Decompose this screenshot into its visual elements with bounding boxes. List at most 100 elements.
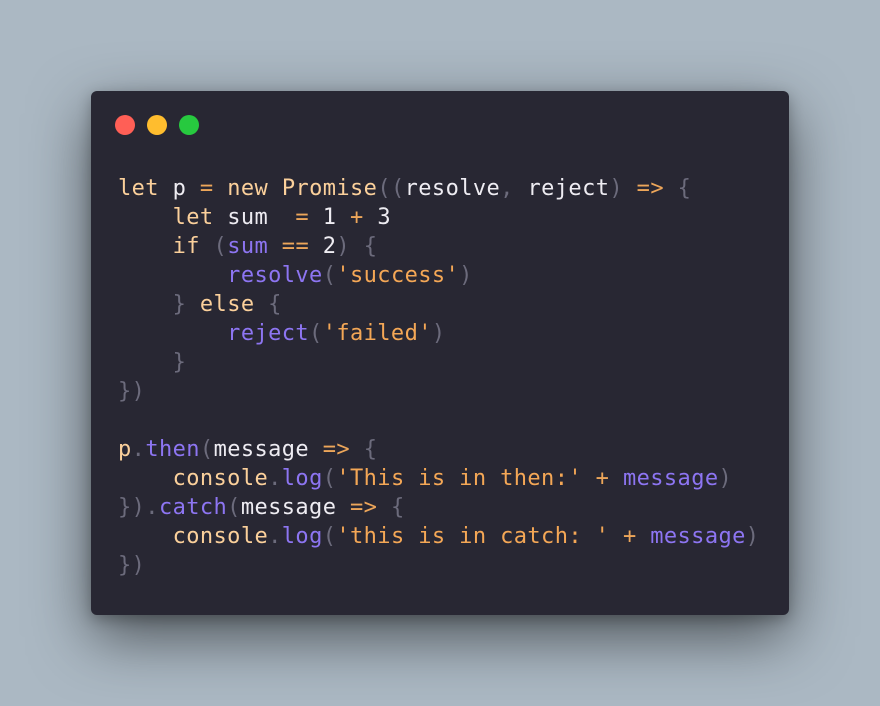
- code-token: =>: [636, 176, 664, 201]
- code-window: let p = new Promise((resolve, reject) =>…: [91, 91, 789, 615]
- code-token: }): [118, 553, 146, 578]
- code-token: +: [350, 205, 364, 230]
- code-token: then: [145, 437, 200, 462]
- code-token: message: [650, 524, 746, 549]
- code-line: }): [118, 551, 759, 580]
- code-token: (: [227, 495, 241, 520]
- window-controls: [115, 115, 199, 135]
- code-token: message: [213, 437, 310, 462]
- code-token: p: [172, 176, 187, 201]
- code-token: log: [281, 524, 323, 549]
- code-token: {: [363, 437, 378, 462]
- code-token: .: [131, 437, 146, 462]
- code-token: let: [118, 176, 159, 201]
- code-token: 'This is in then:': [336, 466, 582, 491]
- code-token: =: [295, 205, 310, 230]
- code-token: {: [268, 292, 282, 317]
- code-line: let p = new Promise((resolve, reject) =>…: [118, 174, 759, 203]
- code-token: =: [199, 176, 214, 201]
- code-token: ): [459, 263, 473, 288]
- code-token: if: [172, 234, 200, 259]
- code-token: }).: [118, 495, 159, 520]
- code-line: } else {: [118, 290, 759, 319]
- code-token: (: [322, 466, 337, 491]
- code-token: 'this is in catch: ': [336, 524, 610, 549]
- code-token: Promise: [281, 176, 378, 201]
- code-token: }: [172, 350, 187, 375]
- code-token: message: [622, 466, 719, 491]
- code-token: else: [199, 292, 255, 317]
- code-token: ((: [377, 176, 405, 201]
- maximize-dot-icon[interactable]: [179, 115, 199, 135]
- code-token: 1: [322, 205, 337, 230]
- code-token: }): [118, 379, 146, 404]
- code-token: =>: [322, 437, 351, 462]
- code-token: (: [322, 524, 337, 549]
- code-token: .: [268, 524, 282, 549]
- code-block: let p = new Promise((resolve, reject) =>…: [118, 174, 759, 580]
- code-token: ): [609, 176, 624, 201]
- code-token: (: [309, 321, 323, 346]
- code-token: (: [322, 263, 337, 288]
- code-token: {: [677, 176, 692, 201]
- code-token: reject: [227, 321, 310, 346]
- code-token: reject: [527, 176, 610, 201]
- code-token: catch: [158, 495, 228, 520]
- code-token: 'failed': [322, 321, 432, 346]
- code-line: resolve('success'): [118, 261, 759, 290]
- code-line: }).catch(message => {: [118, 493, 759, 522]
- code-token: p: [118, 437, 132, 462]
- code-line: console.log('this is in catch: ' + messa…: [118, 522, 759, 551]
- code-token: resolve: [404, 176, 501, 201]
- code-token: sum: [227, 205, 269, 230]
- code-line: reject('failed'): [118, 319, 759, 348]
- close-dot-icon[interactable]: [115, 115, 135, 135]
- code-token: ==: [281, 234, 310, 259]
- code-token: ): [431, 321, 446, 346]
- code-line: console.log('This is in then:' + message…: [118, 464, 759, 493]
- code-token: console: [172, 466, 269, 491]
- code-line: }): [118, 377, 759, 406]
- code-token: sum: [227, 234, 269, 259]
- code-token: message: [240, 495, 337, 520]
- code-token: ,: [500, 176, 514, 201]
- code-token: (: [199, 437, 214, 462]
- code-line: }: [118, 348, 759, 377]
- code-token: new: [227, 176, 269, 201]
- code-token: 3: [377, 205, 392, 230]
- code-line: p.then(message => {: [118, 435, 759, 464]
- code-token: .: [268, 466, 282, 491]
- code-line: let sum = 1 + 3: [118, 203, 759, 232]
- minimize-dot-icon[interactable]: [147, 115, 167, 135]
- code-token: 'success': [336, 263, 460, 288]
- code-token: {: [390, 495, 405, 520]
- code-token: (: [213, 234, 228, 259]
- code-token: }: [172, 292, 187, 317]
- code-token: ): [718, 466, 733, 491]
